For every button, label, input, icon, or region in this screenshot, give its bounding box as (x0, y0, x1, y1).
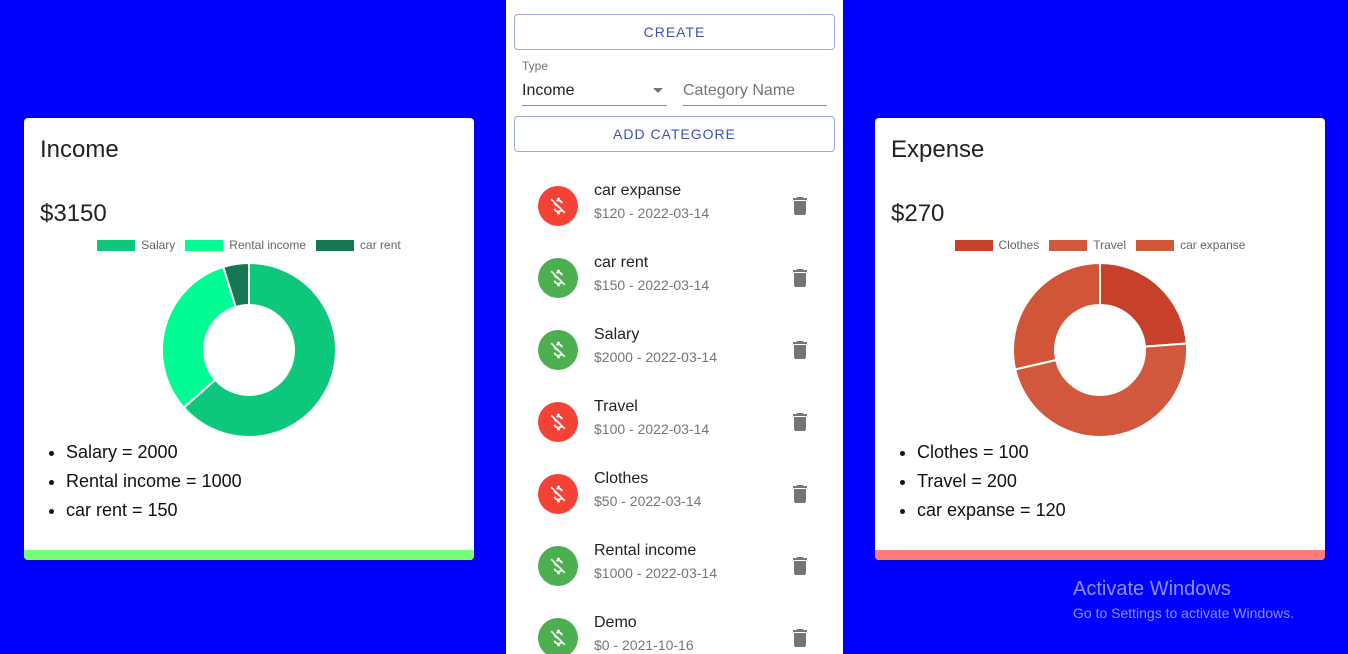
money-off-icon (538, 258, 578, 298)
income-legend-label: Salary (141, 238, 176, 252)
expense-legend-label: Clothes (998, 238, 1040, 252)
windows-activation-watermark: Activate Windows Go to Settings to activ… (1073, 578, 1294, 621)
type-select-value: Income (522, 81, 575, 99)
income-legend-swatch (316, 239, 355, 251)
transaction-details: $120 - 2022-03-14 (594, 205, 710, 221)
transaction-details: $1000 - 2022-03-14 (594, 565, 717, 581)
expense-slice-car-expanse[interactable] (1012, 262, 1101, 371)
money-off-icon (538, 546, 578, 586)
expense-legend-swatch (1136, 239, 1175, 251)
income-legend-item[interactable]: car rent (316, 238, 401, 252)
add-category-button[interactable]: ADD CATEGORE (514, 116, 835, 152)
expense-list-item: car expanse = 120 (917, 498, 1066, 527)
transaction-name: Demo (594, 614, 637, 631)
transaction-row[interactable]: Clothes $50 - 2022-03-14 (506, 462, 843, 534)
transaction-details: $2000 - 2022-03-14 (594, 349, 717, 365)
expense-chart-legend: Clothes Travel car expanse (875, 238, 1325, 252)
income-title: Income (40, 136, 119, 163)
transaction-details: $100 - 2022-03-14 (594, 421, 710, 437)
income-bottom-bar (24, 550, 474, 560)
create-button[interactable]: CREATE (514, 14, 835, 50)
money-off-icon (538, 474, 578, 514)
income-slice-rental-income[interactable] (161, 265, 237, 409)
transaction-row[interactable]: Demo $0 - 2021-10-16 (506, 606, 843, 654)
income-list-item: Salary = 2000 (66, 440, 242, 469)
type-field-label: Type (522, 59, 549, 73)
transaction-name: Rental income (594, 542, 697, 559)
expense-amount: $270 (891, 200, 945, 227)
transaction-details: $150 - 2022-03-14 (594, 277, 710, 293)
income-legend-label: car rent (360, 238, 401, 252)
expense-card: Expense $270 Clothes Travel car expanse Cl… (875, 118, 1325, 560)
delete-icon[interactable] (788, 626, 812, 650)
expense-legend-swatch (954, 239, 993, 251)
transaction-row[interactable]: Salary $2000 - 2022-03-14 (506, 318, 843, 390)
expense-bottom-bar (875, 550, 1325, 560)
expense-legend-label: Travel (1093, 238, 1127, 252)
income-chart-legend: Salary Rental income car rent (24, 238, 474, 252)
transaction-name: Salary (594, 326, 640, 343)
expense-legend-item[interactable]: Travel (1049, 238, 1126, 252)
income-legend-item[interactable]: Salary (97, 238, 175, 252)
delete-icon[interactable] (788, 338, 812, 362)
type-select[interactable]: Income (522, 76, 667, 106)
transaction-details: $50 - 2022-03-14 (594, 493, 702, 509)
delete-icon[interactable] (788, 554, 812, 578)
transaction-name: car rent (594, 254, 649, 271)
income-legend-label: Rental income (229, 238, 307, 252)
income-legend-swatch (97, 239, 136, 251)
transactions-panel: CREATE Type Income ADD CATEGORE car expa… (506, 0, 843, 654)
income-amount: $3150 (40, 200, 107, 227)
income-legend-item[interactable]: Rental income (185, 238, 306, 252)
money-off-icon (538, 402, 578, 442)
delete-icon[interactable] (788, 410, 812, 434)
transaction-name: car expanse (594, 182, 682, 199)
transaction-row[interactable]: Rental income $1000 - 2022-03-14 (506, 534, 843, 606)
money-off-icon (538, 186, 578, 226)
income-legend-swatch (185, 239, 224, 251)
expense-donut-chart (1012, 262, 1188, 438)
expense-legend-swatch (1049, 239, 1088, 251)
transaction-name: Travel (594, 398, 638, 415)
watermark-subtitle: Go to Settings to activate Windows. (1073, 605, 1294, 621)
income-list: Salary = 2000Rental income = 1000car ren… (40, 440, 242, 527)
income-card: Income $3150 Salary Rental income car rent… (24, 118, 474, 560)
expense-legend-item[interactable]: Clothes (954, 238, 1040, 252)
expense-title: Expense (891, 136, 985, 163)
delete-icon[interactable] (788, 482, 812, 506)
watermark-title: Activate Windows (1073, 578, 1231, 600)
income-list-item: Rental income = 1000 (66, 469, 242, 498)
expense-list-item: Travel = 200 (917, 469, 1066, 498)
transaction-row[interactable]: car rent $150 - 2022-03-14 (506, 246, 843, 318)
delete-icon[interactable] (788, 194, 812, 218)
transaction-name: Clothes (594, 470, 649, 487)
expense-list: Clothes = 100Travel = 200car expanse = 1… (891, 440, 1066, 527)
income-donut-chart (161, 262, 337, 438)
transaction-row[interactable]: Travel $100 - 2022-03-14 (506, 390, 843, 462)
category-name-field[interactable] (683, 76, 827, 106)
category-name-input[interactable] (683, 81, 827, 100)
money-off-icon (538, 330, 578, 370)
transaction-details: $0 - 2021-10-16 (594, 637, 694, 653)
money-off-icon (538, 618, 578, 654)
expense-list-item: Clothes = 100 (917, 440, 1066, 469)
delete-icon[interactable] (788, 266, 812, 290)
expense-legend-label: car expanse (1180, 238, 1246, 252)
expense-legend-item[interactable]: car expanse (1136, 238, 1245, 252)
expense-slice-clothes[interactable] (1099, 262, 1188, 348)
dropdown-arrow-icon (653, 88, 663, 93)
transaction-row[interactable]: car expanse $120 - 2022-03-14 (506, 174, 843, 246)
income-list-item: car rent = 150 (66, 498, 242, 527)
